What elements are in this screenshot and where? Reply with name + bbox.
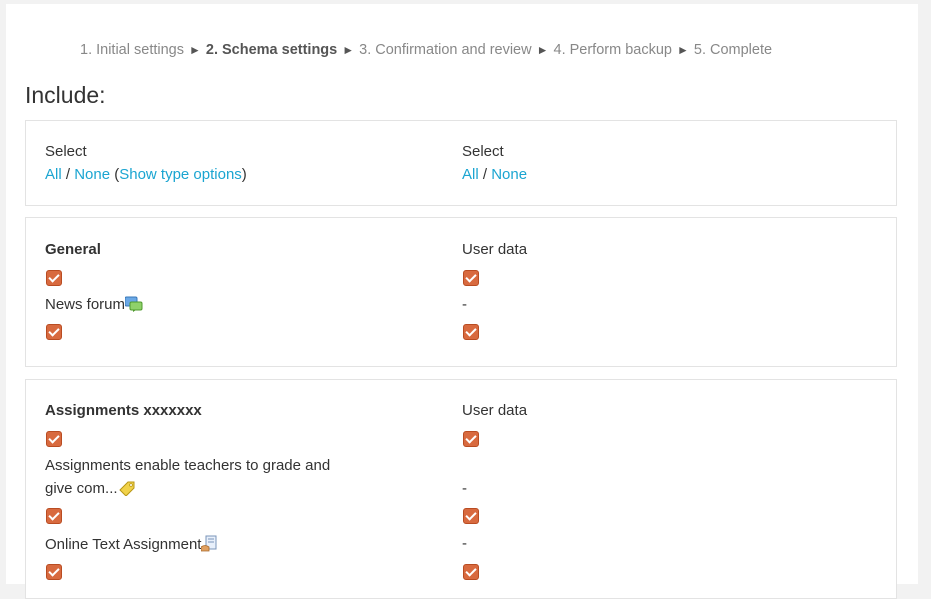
activity-userdata-dash: - xyxy=(462,535,467,552)
text-assignment-icon xyxy=(201,535,217,552)
forum-icon xyxy=(125,296,143,312)
activity-name: Online Text Assignment xyxy=(45,536,202,553)
general-include-checkbox[interactable] xyxy=(46,270,62,286)
select-all-link[interactable]: All xyxy=(45,166,62,183)
step-4: 4. Perform backup xyxy=(553,42,672,58)
online-text-include-checkbox[interactable] xyxy=(46,564,62,580)
activity-name: News forum xyxy=(45,296,126,313)
select-title-right: Select xyxy=(462,143,504,160)
step-5: 5. Complete xyxy=(693,42,773,58)
activity-news-forum: News forum xyxy=(45,296,143,313)
step-arrow-icon: ► xyxy=(342,43,355,57)
assignments-userdata-checkbox[interactable] xyxy=(463,431,479,447)
assignments-include-checkbox[interactable] xyxy=(46,431,62,447)
select-links-right: All / None xyxy=(462,166,527,183)
step-arrow-icon: ► xyxy=(188,43,201,57)
section-title-assignments: Assignments xxxxxxx xyxy=(45,402,202,419)
show-type-options-link[interactable]: Show type options xyxy=(119,166,242,183)
news-forum-userdata-checkbox[interactable] xyxy=(463,324,479,340)
select-title-left: Select xyxy=(45,143,87,160)
section-title-general: General xyxy=(45,241,101,258)
select-links-left: All / None (Show type options) xyxy=(45,166,247,183)
step-arrow-icon: ► xyxy=(676,43,689,57)
select-box: Select All / None (Show type options) Se… xyxy=(25,120,897,206)
progress-steps: 1. Initial settings ► 2. Schema settings ► 3… xyxy=(80,42,772,58)
paren-text: ) xyxy=(241,166,247,183)
activity-userdata-dash: - xyxy=(462,296,467,313)
step-3: 3. Confirmation and review xyxy=(359,42,532,58)
include-heading: Include: xyxy=(25,82,106,108)
news-forum-include-checkbox[interactable] xyxy=(46,324,62,340)
activity-assignment-line2: give com... xyxy=(45,480,136,497)
select-all-userdata-link[interactable]: All xyxy=(462,166,479,183)
step-2-current: 2. Schema settings xyxy=(205,42,338,58)
assignment-include-checkbox[interactable] xyxy=(46,508,62,524)
select-none-link[interactable]: None xyxy=(74,166,110,183)
step-1: 1. Initial settings xyxy=(80,42,184,58)
step-arrow-icon: ► xyxy=(536,43,549,57)
userdata-label: User data xyxy=(462,241,528,258)
general-userdata-checkbox[interactable] xyxy=(463,270,479,286)
userdata-label: User data xyxy=(462,402,528,419)
activity-name: give com... xyxy=(45,480,118,497)
online-text-userdata-checkbox[interactable] xyxy=(463,564,479,580)
paren-text: ( xyxy=(110,166,120,183)
activity-userdata-dash: - xyxy=(462,480,467,497)
separator-text: / xyxy=(478,166,492,183)
assignment-userdata-checkbox[interactable] xyxy=(463,508,479,524)
assignment-tag-icon xyxy=(118,481,135,496)
separator-text: / xyxy=(61,166,75,183)
activity-assignment-line1: Assignments enable teachers to grade and xyxy=(45,457,331,474)
activity-online-text: Online Text Assignment xyxy=(45,535,219,553)
select-none-userdata-link[interactable]: None xyxy=(491,166,527,183)
backup-page: 1. Initial settings ► 2. Schema settings ► 3… xyxy=(6,4,918,599)
general-section: General User data News forum - xyxy=(25,217,897,367)
assignments-section: Assignments xxxxxxx User data Assignment… xyxy=(25,379,897,599)
